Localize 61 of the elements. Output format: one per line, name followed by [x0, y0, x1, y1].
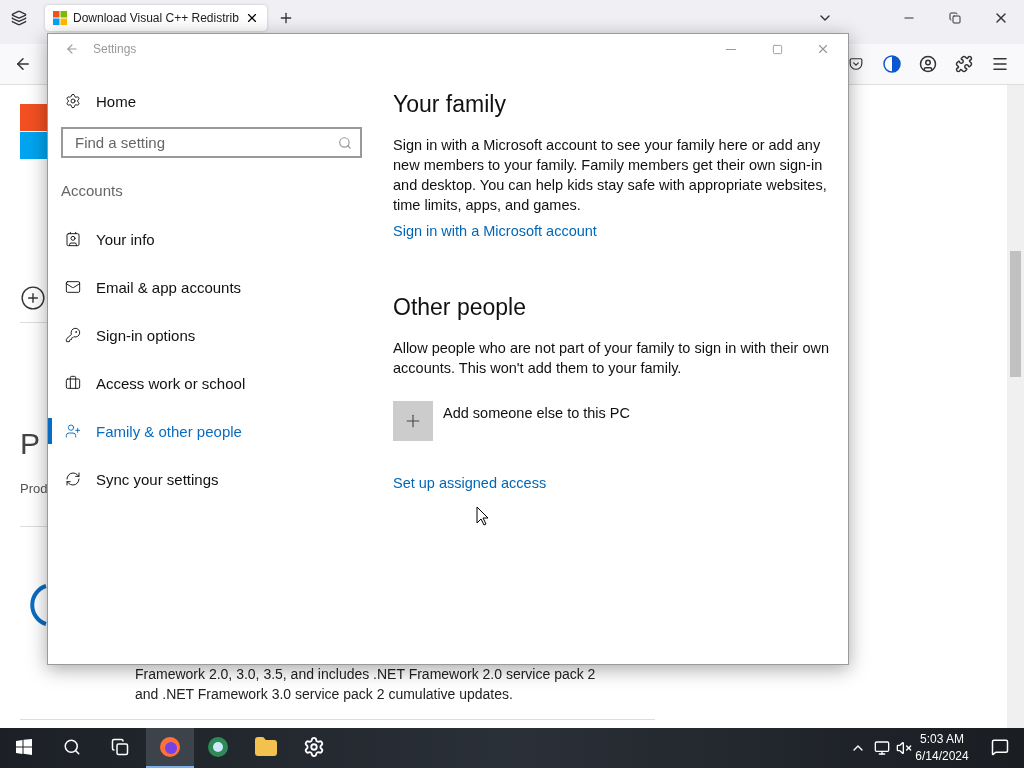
- clock-date: 6/14/2024: [915, 748, 969, 765]
- nav-item[interactable]: Family & other people: [61, 407, 242, 455]
- selection-bar: [48, 418, 52, 444]
- windows-icon: [16, 739, 32, 755]
- folder-icon: [254, 735, 278, 759]
- layers-icon: [11, 10, 27, 26]
- briefcase-icon: [65, 375, 81, 391]
- search-field[interactable]: Find a setting: [73, 133, 338, 152]
- clock-time: 5:03 AM: [920, 731, 964, 748]
- message-icon: [991, 738, 1009, 756]
- nav-item[interactable]: Sign-in options: [61, 311, 196, 359]
- tab-title: Download Visual C++ Redistrib: [73, 11, 239, 25]
- volume-muted-icon[interactable]: [896, 740, 912, 756]
- restore-icon: [949, 12, 961, 24]
- logo-drawing: [20, 104, 50, 159]
- mail-icon: [65, 279, 81, 295]
- search-box[interactable]: Find a setting: [61, 127, 362, 158]
- nav-item[interactable]: Email & app accounts: [61, 263, 242, 311]
- assigned-access-link[interactable]: Set up assigned access: [393, 475, 547, 491]
- task-view-icon: [111, 738, 129, 756]
- section-heading: Your family: [393, 91, 506, 118]
- network-icon[interactable]: [874, 740, 890, 756]
- section-heading: Other people: [393, 294, 526, 321]
- person-add-icon: [65, 423, 81, 439]
- add-person-label: Add someone else to this PC: [443, 405, 630, 421]
- search-icon: [338, 135, 352, 150]
- browser-tab[interactable]: Download Visual C++ Redistrib: [45, 5, 267, 31]
- description-line: Framework 2.0, 3.0, 3.5, and includes .NET Framework 2.0 service pack 2: [135, 665, 596, 684]
- gear-icon: [65, 93, 81, 109]
- scrollbar[interactable]: [1007, 85, 1024, 728]
- window-title: Settings: [93, 42, 137, 56]
- contact-card-icon: [65, 231, 81, 247]
- nav-item[interactable]: Your info: [61, 215, 155, 263]
- minimize-icon: [726, 48, 736, 50]
- description-line: and .NET Framework 3.0 service pack 2 cumulative updates.: [135, 685, 514, 704]
- add-icon[interactable]: [20, 285, 46, 311]
- search-icon: [63, 738, 81, 756]
- other-people-description: Allow people who are not part of your family to sign in with their own accounts. This won't add them to your family.: [393, 339, 831, 378]
- section-label: Accounts: [61, 182, 123, 199]
- close-icon: [816, 42, 830, 56]
- puzzle-icon: [955, 55, 973, 73]
- account-icon: [919, 55, 937, 73]
- back-icon[interactable]: [65, 42, 79, 56]
- family-description: Sign in with a Microsoft account to see your family here or add any new members to your family. Family members get their own sign-in and desktop. You can help kids stay safe with appropriate websites, time limits, apps, and games.: [393, 136, 828, 215]
- pocket-icon: [849, 57, 863, 71]
- gear-icon: [303, 736, 325, 758]
- mouse-pointer-icon: [476, 506, 488, 526]
- windows-logo-icon: [53, 11, 67, 25]
- home-link[interactable]: Home: [61, 83, 136, 119]
- page-heading: P: [20, 427, 40, 461]
- contrast-icon: [883, 55, 901, 73]
- sync-icon: [65, 471, 81, 487]
- maximize-icon: [771, 43, 783, 55]
- globe-icon: [206, 735, 230, 759]
- page-label: Prod: [20, 481, 48, 496]
- firefox-icon: [158, 735, 182, 759]
- nav-item[interactable]: Access work or school: [61, 359, 246, 407]
- menu-icon: [991, 55, 1009, 73]
- sign-in-link[interactable]: Sign in with a Microsoft account: [393, 223, 597, 239]
- nav-item[interactable]: Sync your settings: [61, 455, 219, 503]
- key-icon: [65, 327, 81, 343]
